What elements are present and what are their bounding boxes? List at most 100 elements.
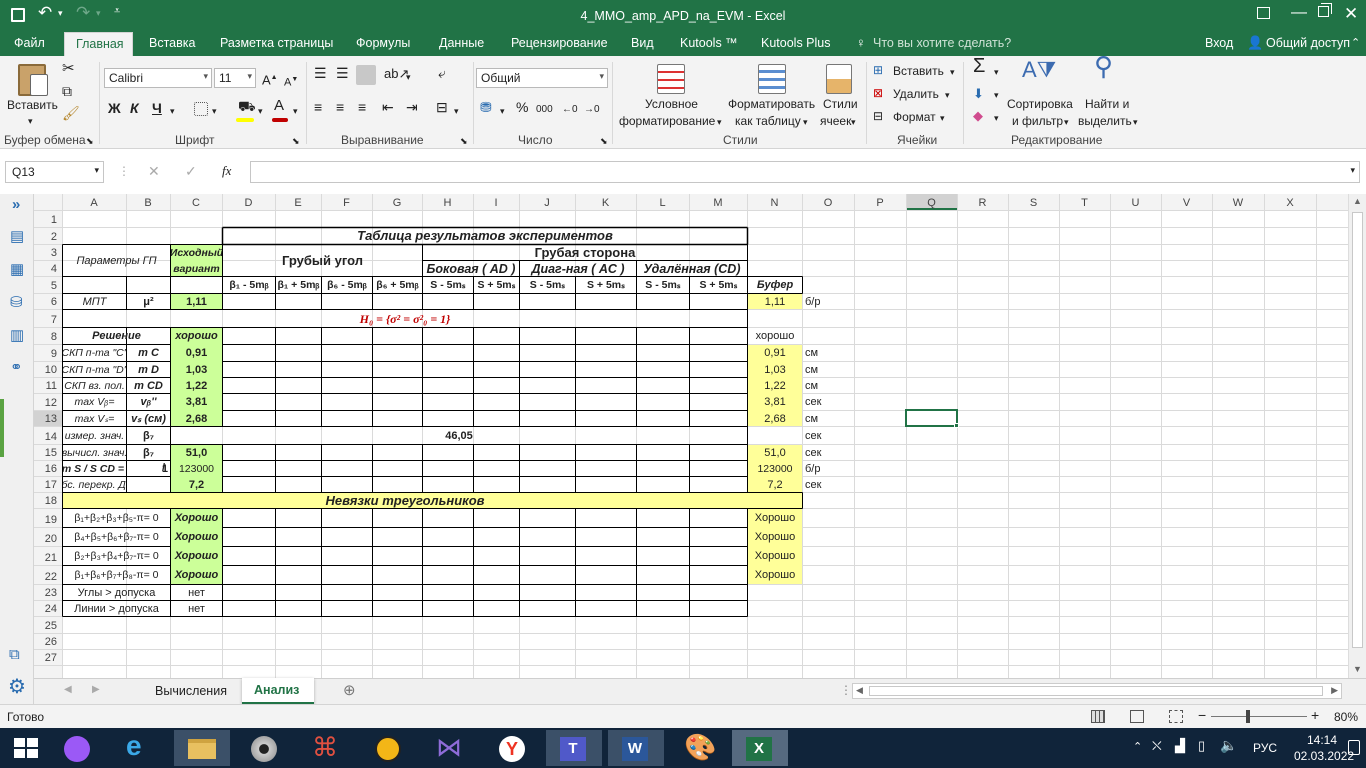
result-value[interactable]: 1,03 <box>171 362 222 377</box>
expand-formula-icon[interactable]: ▾ <box>1350 165 1355 176</box>
autosum-dropdown-icon[interactable]: ▾ <box>994 65 999 80</box>
delete-cells-button[interactable]: Удалить <box>893 87 939 102</box>
format-as-table-dropdown-icon[interactable]: ▾ <box>803 115 808 130</box>
column-header-I[interactable]: I <box>494 197 497 209</box>
row-header-6[interactable]: 6 <box>51 296 57 308</box>
column-header-E[interactable]: E <box>294 197 301 209</box>
abs-value[interactable]: 7,2 <box>171 477 222 492</box>
align-right-icon[interactable]: ≡ <box>358 100 366 115</box>
paste-dropdown-icon[interactable]: ▾ <box>28 114 33 129</box>
misclosure-buffer[interactable]: Хорошо <box>748 547 802 565</box>
side-col-header[interactable]: S - 5mₛ <box>520 277 575 293</box>
abs-unit[interactable]: сек <box>803 477 854 492</box>
mpt-buffer[interactable]: 1,11 <box>748 294 802 309</box>
row-header-19[interactable]: 19 <box>45 514 57 526</box>
ratio-value[interactable]: 123000 <box>171 461 222 476</box>
underline-dropdown-icon[interactable]: ▾ <box>170 104 175 119</box>
misclosure-value[interactable]: Хорошо <box>171 547 222 565</box>
sheet-tabs-splitter[interactable]: ⋮ <box>840 683 852 697</box>
column-header-K[interactable]: K <box>602 197 610 209</box>
format-cells-button[interactable]: Формат <box>893 110 936 125</box>
tray-language[interactable]: РУС <box>1253 741 1277 755</box>
taskbar-paint-icon[interactable]: 🎨 <box>670 730 726 766</box>
result-buffer[interactable]: 0,91 <box>748 345 802 361</box>
row-header-9[interactable]: 9 <box>51 348 57 360</box>
font-size-combo[interactable]: 11 <box>214 68 256 88</box>
result-value[interactable]: 2,68 <box>171 411 222 426</box>
result-buffer[interactable]: 1,22 <box>748 378 802 393</box>
sort-filter-label-1[interactable]: Сортировка <box>1007 97 1073 112</box>
number-format-combo[interactable]: Общий <box>476 68 608 88</box>
row-header-23[interactable]: 23 <box>45 587 57 599</box>
font-color-dropdown-icon[interactable]: ▾ <box>293 104 298 119</box>
measured-value[interactable]: 46,05 <box>171 427 747 444</box>
conditional-formatting-dropdown-icon[interactable]: ▾ <box>717 115 722 130</box>
align-center-icon[interactable]: ≡ <box>336 100 344 115</box>
zoom-slider-thumb[interactable] <box>1246 710 1250 723</box>
tray-battery-icon[interactable]: ▯ <box>1198 738 1205 754</box>
cut-icon[interactable]: ✂ <box>62 61 75 76</box>
close-button[interactable]: ✕ <box>1344 4 1358 24</box>
result-label[interactable]: max Vᵦ= <box>63 394 126 410</box>
misclosure-formula[interactable]: β₁+β₂+β₃+β₅-π= 0 <box>63 509 170 527</box>
taskbar-app-icon[interactable]: ⌘ <box>298 730 354 766</box>
misclosure-title[interactable]: Невязки треугольников <box>63 493 747 508</box>
hypothesis-formula[interactable]: H₀ = {σ² = σ²₀ = 1} <box>63 310 747 327</box>
result-value[interactable]: 1,22 <box>171 378 222 393</box>
params-header[interactable]: Параметры ГП <box>63 245 170 276</box>
open-external-icon[interactable]: ⧉ <box>9 646 20 663</box>
misclosure-formula[interactable]: β₁+β₆+β₇+β₈-π= 0 <box>63 566 170 584</box>
align-middle-icon[interactable]: ☰ <box>336 66 349 81</box>
row-header-16[interactable]: 16 <box>45 463 57 475</box>
side-col-header[interactable]: S - 5mₛ <box>637 277 689 293</box>
column-list-icon[interactable]: ▥ <box>10 326 24 344</box>
cell-styles-icon[interactable] <box>826 64 852 94</box>
hscroll-thumb[interactable] <box>869 686 1323 696</box>
result-label[interactable]: max Vₛ= <box>63 411 126 426</box>
row-header-11[interactable]: 11 <box>46 380 57 392</box>
taskbar-warning-icon[interactable] <box>360 730 416 766</box>
insert-cells-dropdown-icon[interactable]: ▾ <box>950 65 955 80</box>
mpt-value[interactable]: 1,11 <box>171 294 222 309</box>
name-box-dropdown-icon[interactable]: ▾ <box>94 165 99 176</box>
lines-check-label[interactable]: Линии > допуска <box>63 601 170 616</box>
column-header-N[interactable]: N <box>771 197 779 209</box>
sort-filter-dropdown-icon[interactable]: ▾ <box>1064 115 1069 130</box>
sheet-tab-analysis[interactable]: Анализ <box>242 678 314 704</box>
solution-value[interactable]: хорошо <box>171 328 222 344</box>
tab-insert[interactable]: Вставка <box>149 36 195 50</box>
result-unit[interactable]: см <box>803 362 854 377</box>
lines-check-value[interactable]: нет <box>171 601 222 616</box>
row-header-22[interactable]: 22 <box>45 571 57 583</box>
format-cells-icon[interactable]: ⊟ <box>873 109 883 124</box>
rough-side-header[interactable]: Грубая сторона <box>423 245 747 260</box>
align-left-icon[interactable]: ≡ <box>314 100 322 115</box>
row-header-3[interactable]: 3 <box>51 247 57 259</box>
formula-input[interactable]: ▾ <box>250 161 1360 183</box>
orientation-dropdown-icon[interactable]: ▾ <box>406 70 411 85</box>
tab-kutools[interactable]: Kutools ™ <box>680 36 738 50</box>
zoom-in-icon[interactable]: + <box>1311 707 1319 723</box>
misclosure-buffer[interactable]: Хорошо <box>748 566 802 584</box>
taskbar-excel-icon[interactable]: X <box>732 730 788 766</box>
find-replace-icon[interactable]: ⚭ <box>10 358 23 376</box>
taskbar-explorer-icon[interactable] <box>174 730 230 766</box>
prev-sheet-icon[interactable]: ◀ <box>64 684 72 695</box>
result-value[interactable]: 3,81 <box>171 394 222 410</box>
scroll-down-icon[interactable]: ▼ <box>1353 664 1362 674</box>
misclosure-formula[interactable]: β₂+β₃+β₄+β₇-π= 0 <box>63 547 170 565</box>
notifications-icon[interactable] <box>1348 740 1360 755</box>
tab-view[interactable]: Вид <box>631 36 654 50</box>
tray-signal-icon[interactable]: ▟ <box>1175 738 1185 754</box>
increase-decimal-icon[interactable]: ←0 <box>562 102 578 117</box>
merge-center-icon[interactable]: ⊟ <box>436 100 448 115</box>
pane-splitter[interactable] <box>0 399 4 457</box>
comma-style-button[interactable]: 000 <box>536 102 553 117</box>
zoom-out-icon[interactable]: − <box>1198 707 1206 723</box>
font-launcher-icon[interactable]: ⬊ <box>292 134 300 149</box>
tab-data[interactable]: Данные <box>439 36 484 50</box>
result-symbol[interactable]: m D <box>127 362 170 377</box>
next-sheet-icon[interactable]: ▶ <box>92 684 100 695</box>
result-value[interactable]: 0,91 <box>171 345 222 361</box>
column-header-P[interactable]: P <box>876 197 883 209</box>
